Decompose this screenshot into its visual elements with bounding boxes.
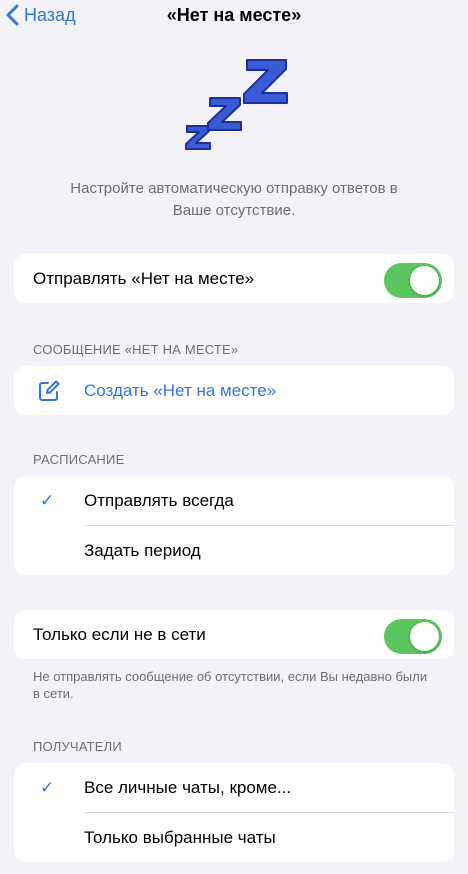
recipients-option-label: Все личные чаты, кроме... xyxy=(84,777,292,797)
schedule-option-label: Отправлять всегда xyxy=(84,490,234,510)
navigation-bar: Назад «Нет на месте» xyxy=(0,0,468,34)
recipients-section-header: ПОЛУЧАТЕЛИ xyxy=(33,739,122,754)
schedule-section-header: РАСПИСАНИЕ xyxy=(33,452,125,467)
message-card: Создать «Нет на месте» xyxy=(14,366,454,415)
edit-icon xyxy=(14,380,84,402)
checkmark-icon: ✓ xyxy=(40,778,55,797)
recipients-option-all-except[interactable]: ✓ Все личные чаты, кроме... xyxy=(14,763,454,812)
message-section-header: СООБЩЕНИЕ «НЕТ НА МЕСТЕ» xyxy=(33,342,239,357)
offline-only-card: Только если не в сети xyxy=(14,610,454,659)
create-away-message-label: Создать «Нет на месте» xyxy=(84,380,277,400)
send-away-card: Отправлять «Нет на месте» xyxy=(14,254,454,303)
schedule-option-period[interactable]: Задать период xyxy=(14,526,454,575)
offline-only-row: Только если не в сети xyxy=(14,610,454,659)
recipients-option-selected[interactable]: Только выбранные чаты xyxy=(14,813,454,862)
toggle-knob xyxy=(410,622,439,651)
checkmark-icon: ✓ xyxy=(40,491,55,510)
page-title: «Нет на месте» xyxy=(166,5,302,25)
intro-description: Настройте автоматическую отправку ответо… xyxy=(70,180,398,219)
schedule-card: ✓ Отправлять всегда Задать период xyxy=(14,476,454,575)
schedule-option-always[interactable]: ✓ Отправлять всегда xyxy=(14,476,454,525)
recipients-card: ✓ Все личные чаты, кроме... Только выбра… xyxy=(14,763,454,862)
send-away-row: Отправлять «Нет на месте» xyxy=(14,254,454,303)
offline-only-note: Не отправлять сообщение об отсутствии, е… xyxy=(33,669,428,701)
toggle-knob xyxy=(410,266,439,295)
offline-only-toggle[interactable] xyxy=(384,619,442,654)
schedule-option-label: Задать период xyxy=(84,540,201,560)
zzz-sleep-icon xyxy=(185,59,288,150)
create-away-message-button[interactable]: Создать «Нет на месте» xyxy=(14,366,454,415)
recipients-option-label: Только выбранные чаты xyxy=(84,827,276,847)
send-away-toggle[interactable] xyxy=(384,263,442,298)
